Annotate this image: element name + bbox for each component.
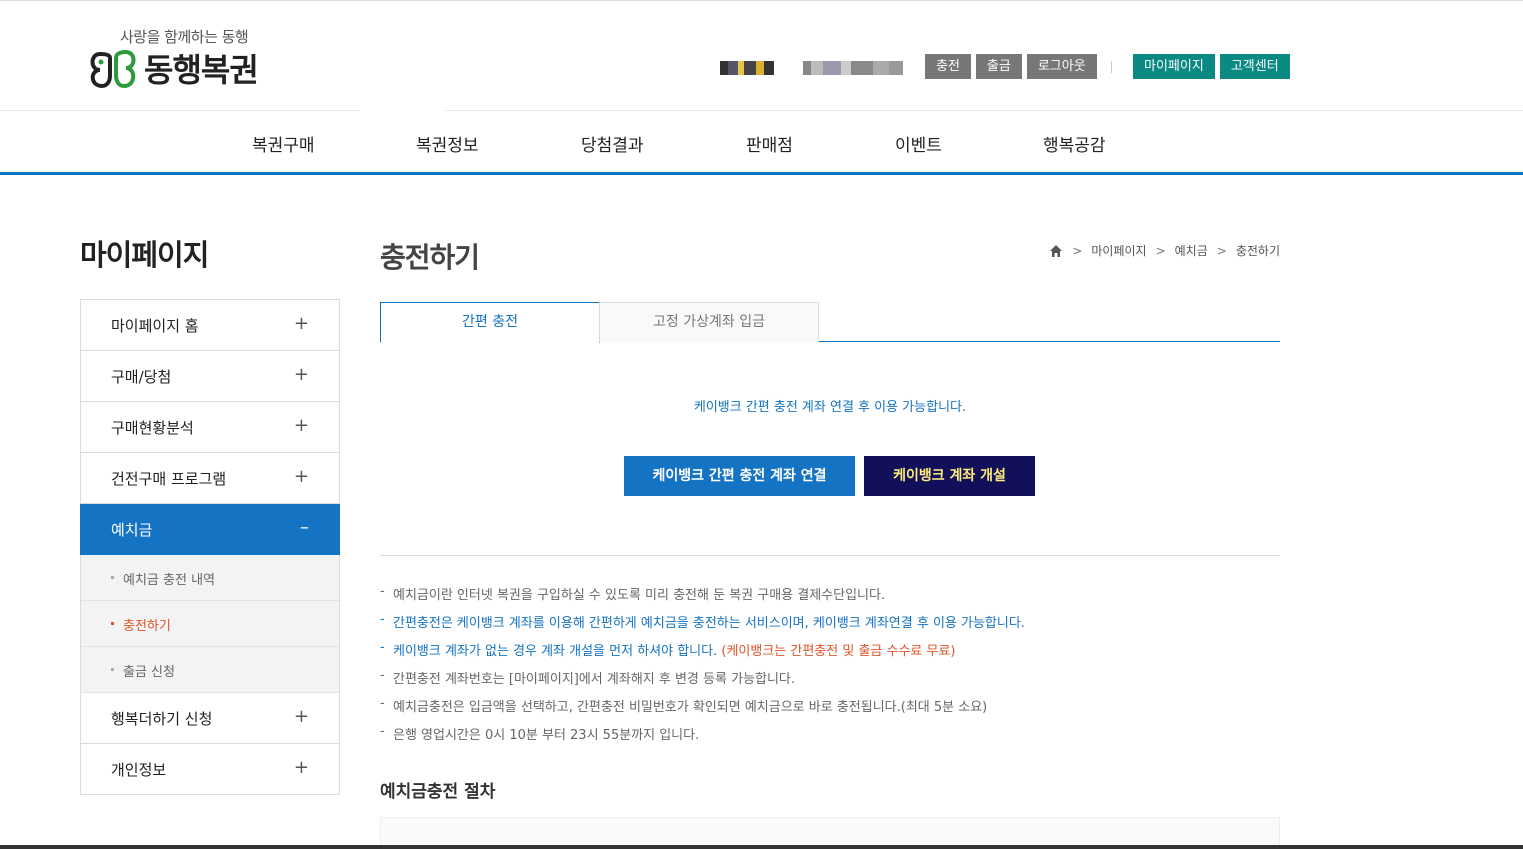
kbank-open-account-button[interactable]: 케이뱅크 계좌 개설 bbox=[864, 456, 1035, 496]
dash-bullet: - bbox=[380, 640, 385, 655]
kbank-notice: 케이뱅크 간편 충전 계좌 연결 후 이용 가능합니다. bbox=[693, 400, 967, 415]
breadcrumb-item[interactable]: 마이페이지 bbox=[1091, 242, 1146, 259]
customer-center-button[interactable]: 고객센터 bbox=[1219, 54, 1290, 79]
dash-bullet: - bbox=[380, 584, 385, 599]
plus-icon: + bbox=[293, 313, 309, 334]
info-item: - 간편충전은 케이뱅크 계좌를 이용해 간편하게 예치금을 충전하는 서비스이며… bbox=[380, 612, 1280, 640]
info-text: 예치금충전은 입금액을 선택하고, 간편충전 비밀번호가 확인되면 예치금으로 … bbox=[393, 700, 988, 715]
chevron-right-icon: > bbox=[1072, 243, 1083, 258]
dash-bullet: - bbox=[380, 668, 385, 683]
sidebar-subitem-charge-history[interactable]: 예치금 충전 내역 bbox=[81, 555, 339, 601]
info-item: - 예치금충전은 입금액을 선택하고, 간편충전 비밀번호가 확인되면 예치금으로… bbox=[380, 696, 1280, 724]
breadcrumb-item-current: 충전하기 bbox=[1235, 244, 1280, 258]
breadcrumb-item[interactable]: 예치금 bbox=[1175, 242, 1208, 259]
tab-simple-charge[interactable]: 간편 충전 bbox=[380, 302, 600, 343]
plus-icon: + bbox=[293, 466, 309, 487]
logo-slogan: 사랑을 함께하는 동행 bbox=[120, 28, 249, 46]
gnb-item-lottery-info[interactable]: 복권정보 bbox=[416, 131, 479, 156]
plus-icon: + bbox=[293, 364, 309, 385]
main-navigation: 복권구매 복권정보 당첨결과 판매점 이벤트 행복공감 bbox=[0, 111, 1523, 172]
plus-icon: + bbox=[293, 415, 309, 436]
utility-separator bbox=[1111, 61, 1112, 73]
chevron-right-icon: > bbox=[1155, 243, 1166, 258]
gnb-item-results[interactable]: 당첨결과 bbox=[581, 131, 644, 156]
tab-virtual-account[interactable]: 고정 가상계좌 입금 bbox=[599, 302, 819, 342]
info-text: 은행 영업시간은 0시 10분 부터 23시 55분까지 입니다. bbox=[393, 728, 700, 743]
gnb-item-happiness[interactable]: 행복공감 bbox=[1043, 131, 1106, 156]
sidebar-item-happiness-plus[interactable]: 행복더하기 신청 + bbox=[81, 693, 339, 744]
withdraw-button[interactable]: 출금 bbox=[975, 54, 1022, 79]
top-border bbox=[0, 0, 1523, 1]
sidebar-item-label: 예치금 bbox=[111, 521, 153, 539]
sidebar-item-personal-info[interactable]: 개인정보 + bbox=[81, 744, 339, 795]
info-item: - 은행 영업시간은 0시 10분 부터 23시 55분까지 입니다. bbox=[380, 724, 1280, 752]
page-title: 충전하기 bbox=[380, 241, 480, 274]
user-name-masked bbox=[720, 58, 778, 78]
breadcrumb: > 마이페이지 > 예치금 > 충전하기 bbox=[1049, 242, 1280, 259]
charge-tabs: 간편 충전 고정 가상계좌 입금 bbox=[380, 302, 1280, 343]
dash-bullet: - bbox=[380, 612, 385, 627]
minus-icon: – bbox=[300, 517, 309, 538]
logout-button[interactable]: 로그아웃 bbox=[1026, 54, 1097, 79]
sidebar-item-label: 행복더하기 신청 bbox=[111, 710, 213, 728]
charge-button[interactable]: 충전 bbox=[925, 54, 971, 79]
sidebar-item-purchase-analysis[interactable]: 구매현황분석 + bbox=[81, 402, 339, 453]
info-item: - 케이뱅크 계좌가 없는 경우 계좌 개설을 먼저 하셔야 합니다. (케이뱅크… bbox=[380, 640, 1280, 668]
bullet-icon bbox=[111, 668, 114, 671]
info-item: - 간편충전 계좌번호는 [마이페이지]에서 계좌해지 후 변경 등록 가능합니다… bbox=[380, 668, 1280, 696]
dash-bullet: - bbox=[380, 696, 385, 711]
logo-brand-text: 동행복권 bbox=[144, 51, 259, 89]
info-text: 예치금이란 인터넷 복권을 구입하실 수 있도록 미리 충전해 둔 복권 구매용… bbox=[393, 588, 886, 603]
site-logo[interactable]: 사랑을 함께하는 동행 동행복권 bbox=[88, 26, 278, 92]
deposit-info-list: - 예치금이란 인터넷 복권을 구입하실 수 있도록 미리 충전해 둔 복권 구매… bbox=[380, 584, 1280, 752]
section-title: 예치금충전 절차 bbox=[380, 782, 496, 802]
sidebar-item-label: 구매/당첨 bbox=[111, 368, 172, 386]
sidebar-subitem-charge[interactable]: 충전하기 bbox=[81, 601, 339, 647]
chevron-right-icon: > bbox=[1216, 243, 1227, 258]
sidebar-subitem-label: 예치금 충전 내역 bbox=[123, 573, 215, 588]
home-icon[interactable] bbox=[1049, 244, 1063, 258]
window-bottom-edge bbox=[0, 845, 1523, 849]
section-divider bbox=[380, 555, 1280, 556]
sidebar-subitem-label: 출금 신청 bbox=[123, 665, 175, 680]
sidebar-item-deposit[interactable]: 예치금 – bbox=[80, 504, 340, 555]
sidebar-subitem-label: 충전하기 bbox=[123, 619, 171, 634]
sidebar-menu: 마이페이지 홈 + 구매/당첨 + 구매현황분석 + 건전구매 프로그램 + 예… bbox=[80, 299, 340, 795]
info-text: 간편충전 계좌번호는 [마이페이지]에서 계좌해지 후 변경 등록 가능합니다. bbox=[393, 672, 796, 687]
sidebar-title: 마이페이지 bbox=[80, 238, 209, 272]
info-item: - 예치금이란 인터넷 복권을 구입하실 수 있도록 미리 충전해 둔 복권 구매… bbox=[380, 584, 1280, 612]
gnb-item-lottery-purchase[interactable]: 복권구매 bbox=[252, 131, 315, 156]
bullet-icon bbox=[111, 622, 114, 625]
utility-buttons-secondary: 마이페이지 고객센터 bbox=[1133, 54, 1290, 79]
info-text: 케이뱅크 계좌가 없는 경우 계좌 개설을 먼저 하셔야 합니다. bbox=[393, 644, 718, 659]
gnb-item-stores[interactable]: 판매점 bbox=[746, 131, 793, 156]
utility-buttons: 충전 출금 로그아웃 bbox=[925, 54, 1097, 79]
sidebar-item-label: 구매현황분석 bbox=[111, 419, 194, 437]
sidebar-item-mypage-home[interactable]: 마이페이지 홈 + bbox=[81, 300, 339, 351]
bullet-icon bbox=[111, 576, 114, 579]
user-balance-masked bbox=[803, 58, 913, 78]
sidebar-item-purchase-win[interactable]: 구매/당첨 + bbox=[81, 351, 339, 402]
gnb-accent-line bbox=[0, 172, 1523, 175]
plus-icon: + bbox=[293, 706, 309, 727]
info-text: 간편충전은 케이뱅크 계좌를 이용해 간편하게 예치금을 충전하는 서비스이며,… bbox=[393, 616, 1025, 631]
sidebar-item-label: 건전구매 프로그램 bbox=[111, 470, 227, 488]
sidebar-item-label: 개인정보 bbox=[111, 761, 167, 779]
info-text-highlight: (케이뱅크는 간편충전 및 출금 수수료 무료) bbox=[721, 644, 956, 659]
sidebar-item-label: 마이페이지 홈 bbox=[111, 317, 199, 335]
mypage-button[interactable]: 마이페이지 bbox=[1133, 54, 1215, 79]
gnb-item-events[interactable]: 이벤트 bbox=[895, 131, 942, 156]
kbank-link-account-button[interactable]: 케이뱅크 간편 충전 계좌 연결 bbox=[624, 456, 855, 496]
logo-mark-icon bbox=[90, 49, 136, 89]
plus-icon: + bbox=[293, 757, 309, 778]
sidebar-item-healthy-program[interactable]: 건전구매 프로그램 + bbox=[81, 453, 339, 504]
dash-bullet: - bbox=[380, 724, 385, 739]
sidebar-subitem-withdraw-request[interactable]: 출금 신청 bbox=[81, 647, 339, 693]
